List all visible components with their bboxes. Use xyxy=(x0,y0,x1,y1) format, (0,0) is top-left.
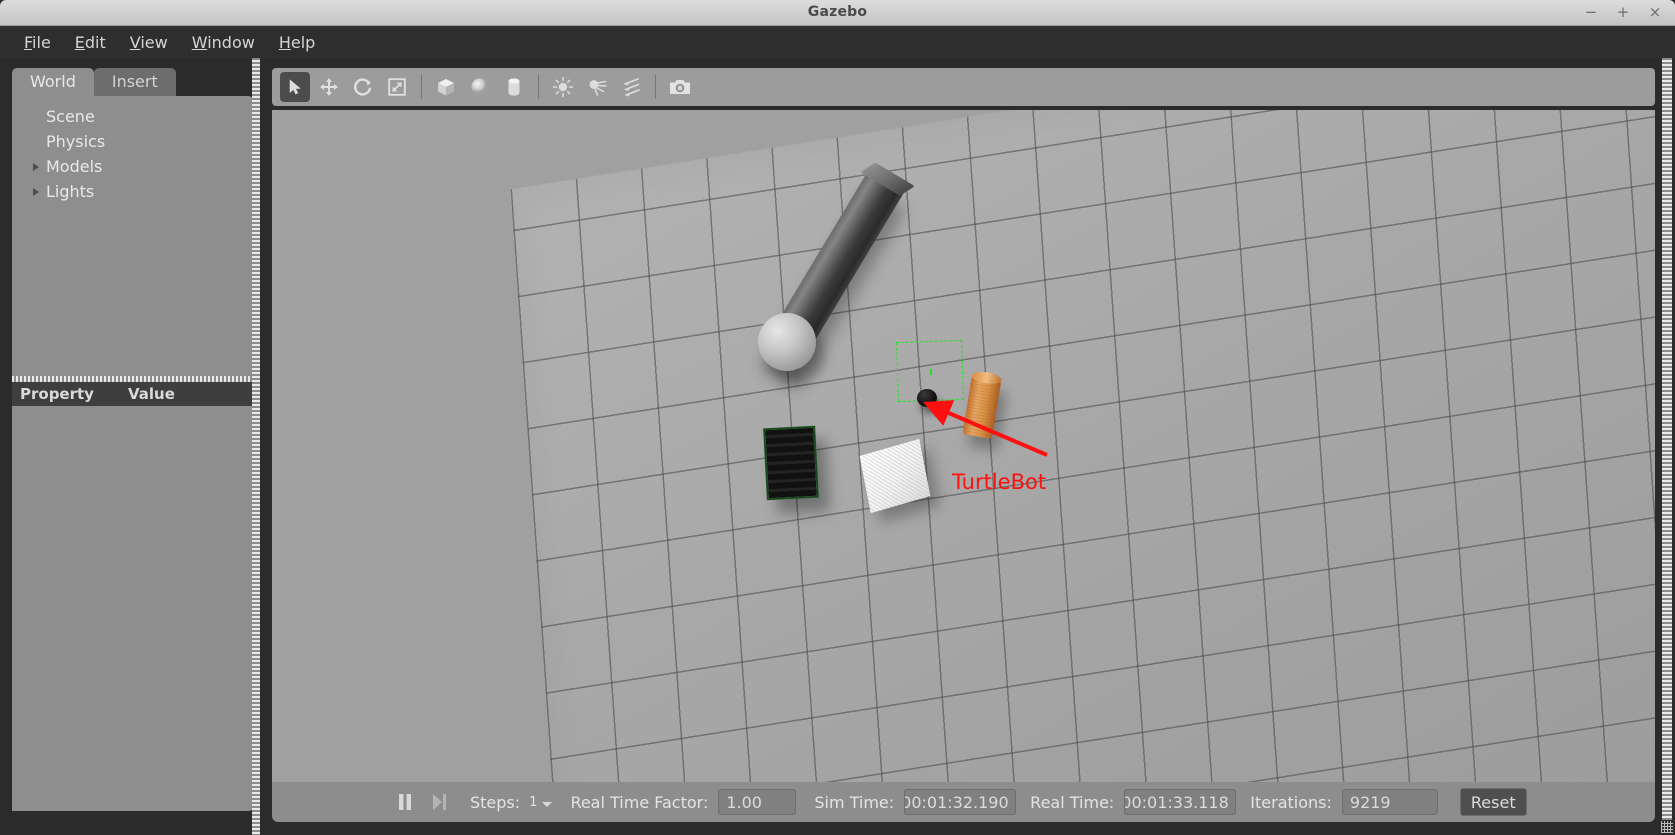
render-toolbar xyxy=(272,68,1655,106)
tree-twisty-physics xyxy=(28,134,44,150)
scale-mode-icon[interactable] xyxy=(382,72,412,102)
tab-insert[interactable]: Insert xyxy=(94,68,176,96)
iterations-label: Iterations: xyxy=(1250,793,1332,812)
tree-item-lights[interactable]: Lights xyxy=(12,179,254,204)
menu-view[interactable]: View xyxy=(118,30,180,55)
sphere-shape-icon[interactable] xyxy=(465,72,495,102)
sim-time-field: 00:01:32.190 xyxy=(904,789,1016,815)
tree-item-physics[interactable]: Physics xyxy=(12,129,254,154)
sim-time-label: Sim Time: xyxy=(814,793,894,812)
window-controls: − + × xyxy=(1583,3,1663,21)
tab-world[interactable]: World xyxy=(12,68,94,96)
real-time-factor-value: 1.00 xyxy=(726,793,762,812)
cylinder-shape-icon[interactable] xyxy=(499,72,529,102)
spot-light-icon[interactable] xyxy=(582,72,612,102)
menu-bar: File Edit View Window Help xyxy=(0,26,1675,58)
pause-icon[interactable] xyxy=(388,787,422,817)
reset-button[interactable]: Reset xyxy=(1460,788,1527,816)
column-header-property: Property xyxy=(20,385,128,403)
close-icon[interactable]: × xyxy=(1647,3,1663,21)
property-table-header: Property Value xyxy=(12,382,254,406)
simulation-status-bar: Steps: 1 Real Time Factor: 1.00 Sim Time… xyxy=(272,782,1655,822)
toolbar-separator-1 xyxy=(421,75,422,99)
tree-twisty-scene xyxy=(28,109,44,125)
menu-file[interactable]: File xyxy=(12,30,63,55)
screenshot-camera-icon[interactable] xyxy=(665,72,695,102)
menu-help[interactable]: Help xyxy=(267,30,327,55)
menu-edit[interactable]: Edit xyxy=(63,30,118,55)
rotate-mode-icon[interactable] xyxy=(348,72,378,102)
ground-plane-grid xyxy=(511,110,1655,782)
steps-control[interactable]: Steps: 1 xyxy=(466,793,552,812)
tree-item-scene-label: Scene xyxy=(46,107,95,126)
real-time-field: 00:01:33.118 xyxy=(1124,789,1236,815)
toolbar-separator-3 xyxy=(655,75,656,99)
step-forward-icon[interactable] xyxy=(422,787,456,817)
minimize-icon[interactable]: − xyxy=(1583,3,1599,21)
real-time-factor-field: 1.00 xyxy=(718,789,796,815)
menu-edit-label: dit xyxy=(85,33,106,52)
world-tree-list: Scene Physics Models Lights xyxy=(12,96,254,204)
left-panel: World Insert Scene Physics Models xyxy=(0,58,252,835)
annotation-label-turtlebot: TurtleBot xyxy=(952,470,1046,494)
window-title: Gazebo xyxy=(0,4,1675,20)
steps-value: 1 xyxy=(529,795,537,810)
tree-item-scene[interactable]: Scene xyxy=(12,104,254,129)
chevron-right-icon-models[interactable] xyxy=(28,159,44,175)
cabinet-object[interactable] xyxy=(763,426,819,501)
menu-view-mnemonic: V xyxy=(130,33,141,52)
right-scrollbar[interactable] xyxy=(1662,58,1672,820)
directional-light-icon[interactable] xyxy=(616,72,646,102)
chevron-right-icon-lights[interactable] xyxy=(28,184,44,200)
3d-viewport[interactable]: TurtleBot xyxy=(272,110,1655,782)
tree-item-models-label: Models xyxy=(46,157,102,176)
real-time-value: 00:01:33.118 xyxy=(1124,793,1228,812)
render-area: TurtleBot Steps: 1 Real Time F xyxy=(262,58,1662,835)
iterations-field: 9219 xyxy=(1342,789,1438,815)
chevron-down-icon-steps[interactable] xyxy=(542,802,552,807)
menu-help-mnemonic: H xyxy=(279,33,291,52)
menu-file-label: ile xyxy=(32,33,51,52)
select-mode-icon[interactable] xyxy=(280,72,310,102)
vertical-splitter-handle[interactable] xyxy=(252,58,260,835)
box-shape-icon[interactable] xyxy=(431,72,461,102)
sphere-object[interactable] xyxy=(758,313,816,371)
maximize-icon[interactable]: + xyxy=(1615,3,1631,21)
tree-item-models[interactable]: Models xyxy=(12,154,254,179)
column-header-value: Value xyxy=(128,385,175,403)
toolbar-separator-2 xyxy=(538,75,539,99)
menu-window-mnemonic: W xyxy=(192,33,207,52)
property-table-body xyxy=(12,406,254,811)
world-tree: Scene Physics Models Lights xyxy=(12,96,254,376)
sim-time-value: 00:01:32.190 xyxy=(904,793,1008,812)
gazebo-window: Gazebo − + × File Edit View Window Help … xyxy=(0,0,1675,835)
menu-view-label: iew xyxy=(140,33,167,52)
real-time-label: Real Time: xyxy=(1030,793,1114,812)
menu-window-label: indow xyxy=(207,33,255,52)
selection-pivot-marker xyxy=(930,369,932,375)
real-time-factor-label: Real Time Factor: xyxy=(570,793,708,812)
tree-item-lights-label: Lights xyxy=(46,182,94,201)
resize-grip[interactable] xyxy=(1661,821,1673,833)
point-light-icon[interactable] xyxy=(548,72,578,102)
panel-tabs: World Insert xyxy=(12,68,176,96)
title-bar: Gazebo − + × xyxy=(0,0,1675,26)
iterations-value: 9219 xyxy=(1350,793,1391,812)
steps-label: Steps: xyxy=(470,793,520,812)
menu-window[interactable]: Window xyxy=(180,30,267,55)
menu-file-mnemonic: F xyxy=(24,33,32,52)
translate-mode-icon[interactable] xyxy=(314,72,344,102)
turtlebot-model[interactable] xyxy=(917,389,937,407)
menu-edit-mnemonic: E xyxy=(75,33,85,52)
tree-item-physics-label: Physics xyxy=(46,132,105,151)
menu-help-label: elp xyxy=(291,33,315,52)
